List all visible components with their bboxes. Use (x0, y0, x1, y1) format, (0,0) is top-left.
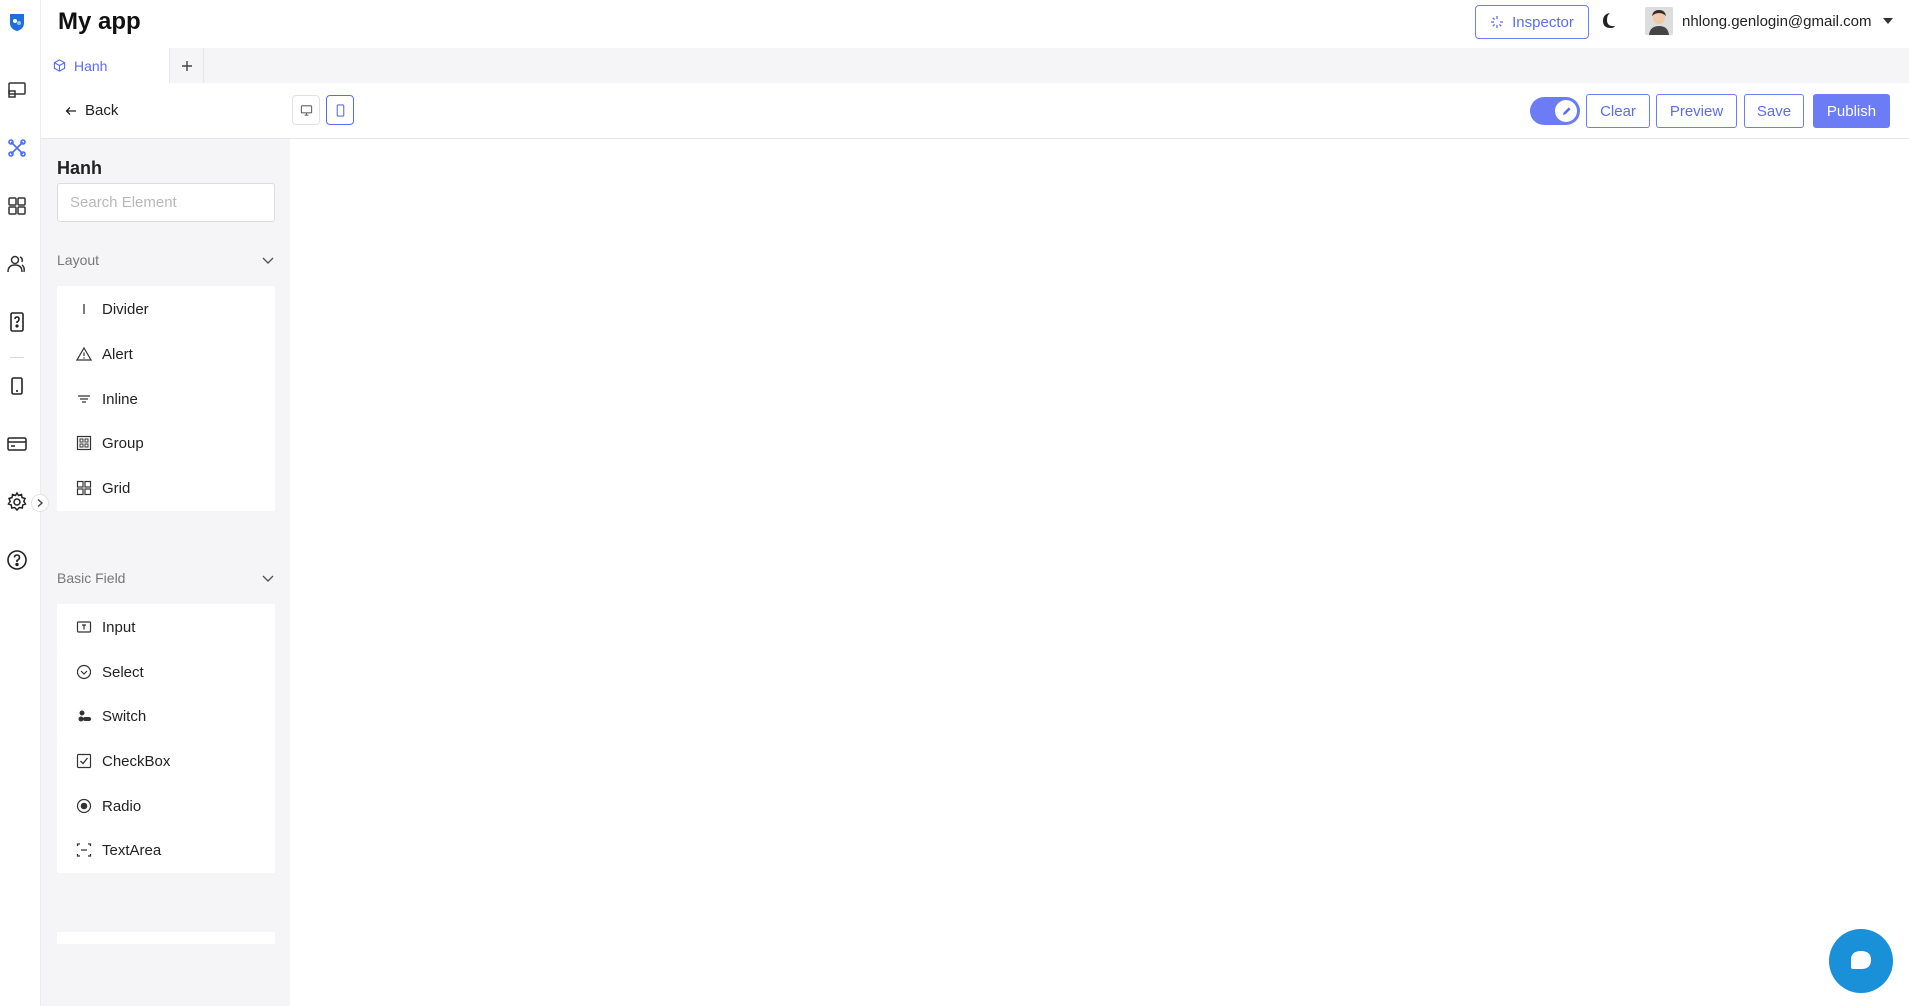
preview-button[interactable]: Preview (1656, 94, 1737, 128)
builder-toolbar: Back Clear Preview Save Publish (41, 83, 1909, 139)
add-tab-button[interactable] (169, 48, 204, 83)
textarea-icon (75, 842, 92, 859)
inspector-button[interactable]: Inspector (1475, 5, 1589, 39)
element-label: Group (102, 434, 144, 452)
element-partial[interactable] (57, 932, 275, 944)
element-alert[interactable]: Alert (57, 331, 275, 377)
back-button[interactable]: Back (65, 102, 118, 119)
tab-bar: Hanh (41, 48, 1909, 83)
grid-icon (75, 480, 92, 497)
chevron-down-icon (262, 257, 274, 264)
divider-icon (75, 301, 92, 318)
inspector-sparkle-icon (1491, 16, 1504, 28)
section-layout-header[interactable]: Layout (57, 248, 275, 272)
desktop-view-button[interactable] (292, 95, 320, 125)
element-label: Select (102, 663, 144, 681)
element-input[interactable]: Input (57, 604, 275, 650)
select-icon (75, 664, 92, 681)
radio-icon (75, 798, 92, 815)
element-label: Grid (102, 479, 131, 497)
toggle-knob (1555, 100, 1577, 122)
app-title: My app (58, 8, 141, 35)
element-label: Input (102, 618, 136, 636)
tab-label: Hanh (74, 57, 108, 74)
top-header: My app Inspector nhlong.genlogin@gmail.c… (41, 0, 1909, 48)
alert-triangle-icon (75, 346, 92, 363)
element-label: TextArea (102, 841, 162, 859)
element-radio[interactable]: Radio (57, 783, 275, 829)
brand-logo-icon[interactable] (6, 11, 28, 33)
element-inline[interactable]: Inline (57, 376, 275, 422)
element-label: Divider (102, 300, 149, 318)
clear-button[interactable]: Clear (1586, 94, 1650, 128)
section-basic-field-header[interactable]: Basic Field (57, 566, 275, 590)
help-doc-icon[interactable] (6, 311, 28, 333)
inspector-label: Inspector (1512, 13, 1574, 31)
users-icon[interactable] (6, 253, 28, 275)
settings-gear-icon[interactable] (6, 491, 28, 513)
element-label: Alert (102, 345, 133, 363)
back-label: Back (85, 102, 119, 119)
desktop-icon (300, 104, 312, 116)
element-grid[interactable]: Grid (57, 465, 275, 511)
cube-icon (53, 59, 66, 72)
user-menu-caret-icon[interactable] (1883, 18, 1893, 24)
mobile-icon (336, 103, 344, 117)
panel-title: Hanh (57, 158, 102, 178)
help-circle-icon[interactable] (6, 549, 28, 571)
user-avatar[interactable] (1645, 7, 1673, 35)
element-textarea[interactable]: TextArea (57, 827, 275, 873)
apps-grid-icon[interactable] (6, 195, 28, 217)
expand-rail-button[interactable] (31, 494, 49, 512)
app-builder-icon[interactable] (6, 137, 28, 159)
section-label: Basic Field (57, 570, 126, 586)
chevron-down-icon (262, 575, 274, 582)
builder-canvas[interactable] (290, 139, 1909, 1006)
user-email[interactable]: nhlong.genlogin@gmail.com (1682, 13, 1872, 30)
mobile-icon[interactable] (6, 375, 28, 397)
search-element-input[interactable] (57, 183, 275, 222)
elements-panel: Hanh Layout Divider Alert Inline Group G… (41, 139, 290, 1006)
inline-icon (75, 391, 92, 408)
dashboard-icon[interactable] (6, 79, 28, 101)
element-select[interactable]: Select (57, 649, 275, 695)
group-icon (75, 435, 92, 452)
chat-bubble-icon (1851, 951, 1871, 969)
element-label: CheckBox (102, 752, 171, 770)
element-switch[interactable]: Switch (57, 693, 275, 739)
section-label: Layout (57, 252, 100, 268)
chat-support-button[interactable] (1829, 929, 1893, 993)
billing-card-icon[interactable] (6, 433, 28, 455)
save-button[interactable]: Save (1744, 94, 1804, 128)
publish-button[interactable]: Publish (1813, 94, 1890, 128)
chevron-right-icon (37, 498, 44, 508)
pencil-icon (1562, 106, 1571, 115)
element-group[interactable]: Group (57, 420, 275, 466)
tab-hanh[interactable]: Hanh (41, 48, 169, 83)
switch-icon (75, 708, 92, 725)
element-label: Radio (102, 797, 142, 815)
arrow-left-icon (65, 106, 76, 115)
mobile-view-button[interactable] (326, 95, 354, 125)
input-icon (75, 619, 92, 636)
plus-icon (181, 60, 192, 71)
element-checkbox[interactable]: CheckBox (57, 738, 275, 784)
element-label: Inline (102, 390, 138, 408)
checkbox-icon (75, 753, 92, 770)
rail-divider (10, 357, 24, 358)
dark-mode-moon-icon[interactable] (1596, 10, 1618, 32)
edit-mode-toggle[interactable] (1530, 97, 1580, 125)
element-label: Switch (102, 707, 147, 725)
element-divider[interactable]: Divider (57, 286, 275, 332)
app-root: My app Inspector nhlong.genlogin@gmail.c… (0, 0, 1909, 1006)
